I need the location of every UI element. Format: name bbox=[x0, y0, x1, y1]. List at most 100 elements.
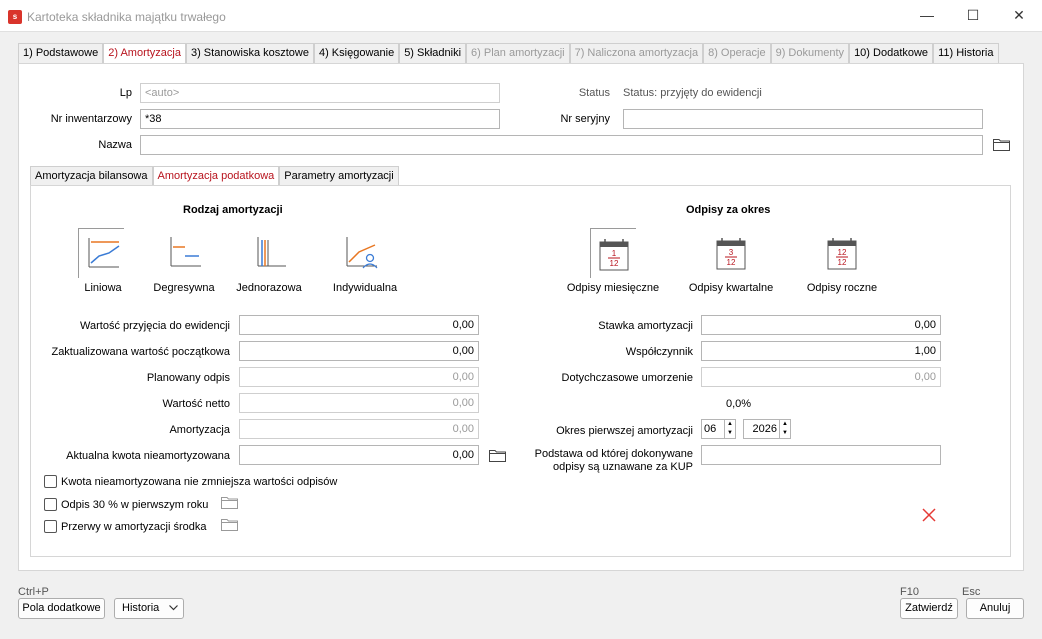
tab-podstawowe[interactable]: 1) Podstawowe bbox=[18, 43, 104, 64]
okres-year-input[interactable]: 2026 bbox=[743, 419, 780, 439]
quarterly-calendar-icon: 3 12 bbox=[716, 238, 746, 270]
lp-label: Lp bbox=[119, 87, 132, 99]
quarterly-icon-bottom: 12 bbox=[727, 258, 736, 267]
tab-skladniki[interactable]: 5) Składniki bbox=[399, 43, 467, 64]
close-button[interactable]: ✕ bbox=[996, 0, 1042, 32]
maximize-button[interactable]: ☐ bbox=[950, 0, 996, 32]
nazwa-label: Nazwa bbox=[98, 139, 132, 151]
podstawa-label-line2: odpisy są uznawane za KUP bbox=[552, 461, 693, 473]
app-icon: s bbox=[8, 10, 22, 24]
okres-month-input[interactable]: 06 bbox=[701, 419, 725, 439]
month-spinner[interactable]: ▲ ▼ bbox=[724, 419, 736, 439]
tab-dodatkowe[interactable]: 10) Dodatkowe bbox=[849, 43, 934, 64]
title-bar: s Kartoteka składnika majątku trwałego —… bbox=[0, 0, 1042, 32]
tab-historia[interactable]: 11) Historia bbox=[933, 43, 999, 64]
monthly-icon-bottom: 12 bbox=[610, 259, 619, 268]
kwota-nieamortyzowana-label: Kwota nieamortyzowana nie zmniejsza wart… bbox=[61, 476, 338, 488]
folder-icon[interactable] bbox=[221, 496, 238, 509]
zatwierdz-button[interactable]: Zatwierdź bbox=[900, 598, 958, 619]
degresywna-label: Degresywna bbox=[153, 282, 215, 294]
window-title: Kartoteka składnika majątku trwałego bbox=[27, 10, 226, 24]
tab-plan-amortyzacji[interactable]: 6) Plan amortyzacji bbox=[466, 43, 570, 64]
planowany-odpis-input[interactable]: 0,00 bbox=[239, 367, 479, 387]
odpisy-miesieczne-option[interactable]: 1 12 bbox=[590, 228, 636, 278]
one-time-chart-icon bbox=[257, 237, 286, 267]
delete-x-icon[interactable] bbox=[921, 507, 937, 523]
liniowa-option[interactable] bbox=[78, 228, 124, 278]
year-spinner[interactable]: ▲ ▼ bbox=[779, 419, 791, 439]
folder-icon[interactable] bbox=[993, 138, 1010, 151]
spin-up-icon[interactable]: ▲ bbox=[780, 420, 790, 429]
minimize-button[interactable]: — bbox=[904, 0, 950, 32]
amortyzacja-input[interactable]: 0,00 bbox=[239, 419, 479, 439]
historia-dropdown[interactable]: Historia bbox=[114, 598, 184, 619]
degressive-chart-icon bbox=[170, 237, 201, 267]
odpis-30-checkbox[interactable] bbox=[44, 498, 57, 511]
okres-pierwszej-amortyzacji-label: Okres pierwszej amortyzacji bbox=[556, 425, 693, 437]
odpisy-roczne-option[interactable]: 12 12 bbox=[819, 228, 865, 278]
jednorazowa-label: Jednorazowa bbox=[236, 282, 302, 294]
nazwa-input[interactable] bbox=[140, 135, 983, 155]
f10-shortcut: F10 bbox=[900, 586, 919, 598]
zaktualizowana-wartosc-input[interactable]: 0,00 bbox=[239, 341, 479, 361]
percent-value: 0,0% bbox=[726, 398, 752, 410]
jednorazowa-option[interactable] bbox=[246, 228, 292, 278]
yearly-icon-top: 12 bbox=[838, 248, 847, 257]
tab-stanowiska-kosztowe[interactable]: 3) Stanowiska kosztowe bbox=[185, 43, 314, 64]
dotychczasowe-umorzenie-input[interactable]: 0,00 bbox=[701, 367, 941, 387]
tab-operacje[interactable]: 8) Operacje bbox=[703, 43, 771, 64]
podstawa-input[interactable] bbox=[701, 445, 941, 465]
monthly-icon-top: 1 bbox=[612, 249, 617, 258]
rodzaj-amortyzacji-title: Rodzaj amortyzacji bbox=[183, 204, 283, 216]
wspolczynnik-input[interactable]: 1,00 bbox=[701, 341, 941, 361]
kwota-nieamortyzowana-checkbox[interactable] bbox=[44, 475, 57, 488]
nr-seryjny-input[interactable] bbox=[623, 109, 983, 129]
nr-inwentarzowy-input[interactable]: *38 bbox=[140, 109, 500, 129]
stawka-amortyzacji-input[interactable]: 0,00 bbox=[701, 315, 941, 335]
amortyzacja-subtabs: Amortyzacja bilansowa Amortyzacja podatk… bbox=[30, 166, 399, 186]
liniowa-label: Liniowa bbox=[84, 282, 122, 294]
wartosc-przyjecia-input[interactable]: 0,00 bbox=[239, 315, 479, 335]
przerwy-checkbox[interactable] bbox=[44, 520, 57, 533]
subtab-parametry-amortyzacji[interactable]: Parametry amortyzacji bbox=[279, 166, 399, 186]
spin-down-icon[interactable]: ▼ bbox=[725, 429, 735, 438]
tab-ksiegowanie[interactable]: 4) Księgowanie bbox=[313, 43, 400, 64]
tab-dokumenty[interactable]: 9) Dokumenty bbox=[770, 43, 850, 64]
wartosc-netto-input[interactable]: 0,00 bbox=[239, 393, 479, 413]
status-value: Status: przyjęty do ewidencji bbox=[623, 87, 762, 99]
odpisy-miesieczne-label: Odpisy miesięczne bbox=[566, 282, 660, 294]
zaktualizowana-wartosc-label: Zaktualizowana wartość początkowa bbox=[51, 346, 230, 358]
anuluj-button[interactable]: Anuluj bbox=[966, 598, 1024, 619]
subtab-amortyzacja-bilansowa[interactable]: Amortyzacja bilansowa bbox=[30, 166, 153, 186]
indywidualna-option[interactable] bbox=[337, 228, 383, 278]
ctrl-p-shortcut: Ctrl+P bbox=[18, 586, 49, 598]
odpisy-kwartalne-option[interactable]: 3 12 bbox=[708, 228, 754, 278]
indywidualna-label: Indywidualna bbox=[332, 282, 398, 294]
odpisy-za-okres-title: Odpisy za okres bbox=[686, 204, 771, 216]
przerwy-label: Przerwy w amortyzacji środka bbox=[61, 521, 207, 533]
degresywna-option[interactable] bbox=[161, 228, 207, 278]
spin-up-icon[interactable]: ▲ bbox=[725, 420, 735, 429]
lp-input[interactable]: <auto> bbox=[140, 83, 500, 103]
subtab-amortyzacja-podatkowa[interactable]: Amortyzacja podatkowa bbox=[152, 166, 280, 186]
tab-amortyzacja[interactable]: 2) Amortyzacja bbox=[103, 43, 186, 65]
pola-dodatkowe-button[interactable]: Pola dodatkowe bbox=[18, 598, 105, 619]
tab-naliczona-amortyzacja[interactable]: 7) Naliczona amortyzacja bbox=[569, 43, 704, 64]
planowany-odpis-label: Planowany odpis bbox=[146, 372, 230, 384]
status-label: Status bbox=[578, 87, 610, 99]
dotychczasowe-umorzenie-label: Dotychczasowe umorzenie bbox=[561, 372, 693, 384]
nr-inwentarzowy-label: Nr inwentarzowy bbox=[50, 113, 132, 125]
yearly-calendar-icon: 12 12 bbox=[827, 238, 857, 270]
wspolczynnik-label: Współczynnik bbox=[625, 346, 693, 358]
aktualna-kwota-input[interactable]: 0,00 bbox=[239, 445, 479, 465]
wartosc-netto-label: Wartość netto bbox=[162, 398, 230, 410]
folder-icon[interactable] bbox=[221, 518, 238, 531]
stawka-amortyzacji-label: Stawka amortyzacji bbox=[598, 320, 693, 332]
podstawa-label-line1: Podstawa od której dokonywane bbox=[534, 448, 693, 460]
quarterly-icon-top: 3 bbox=[729, 248, 734, 257]
historia-dropdown-label: Historia bbox=[122, 602, 160, 614]
yearly-icon-bottom: 12 bbox=[838, 258, 847, 267]
odpisy-roczne-label: Odpisy roczne bbox=[806, 282, 878, 294]
spin-down-icon[interactable]: ▼ bbox=[780, 429, 790, 438]
individual-chart-icon bbox=[346, 237, 378, 269]
